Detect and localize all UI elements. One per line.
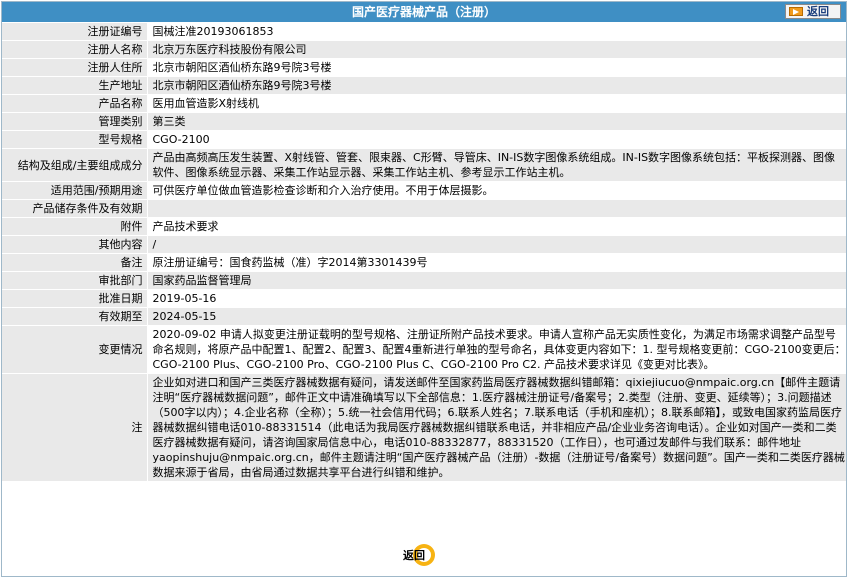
row-label: 备注 <box>2 253 147 272</box>
row-value: CGO-2100 <box>146 130 846 149</box>
row-value: 企业如对进口和国产三类医疗器械数据有疑问，请发送邮件至国家药监局医疗器械数据纠错… <box>146 373 846 482</box>
row-label: 产品储存条件及有效期 <box>2 199 147 218</box>
row-value: 可供医疗单位做血管造影检查诊断和介入治疗使用。不用于体层摄影。 <box>146 181 846 200</box>
table-row: 型号规格 CGO-2100 <box>2 130 846 149</box>
back-button-label: 返回 <box>403 549 425 562</box>
title-bar: 国产医疗器械产品（注册） <box>2 2 846 22</box>
table-row: 备注 原注册证编号：国食药监械（准）字2014第3301439号 <box>2 253 846 272</box>
row-label: 变更情况 <box>2 325 147 374</box>
back-arrow-icon <box>789 7 803 16</box>
row-value <box>146 199 846 218</box>
row-label: 批准日期 <box>2 289 147 308</box>
row-label: 注册证编号 <box>2 23 147 41</box>
row-value: 北京市朝阳区酒仙桥东路9号院3号楼 <box>146 76 846 95</box>
row-label: 适用范围/预期用途 <box>2 181 147 200</box>
table-row: 注册人名称 北京万东医疗科技股份有限公司 <box>2 40 846 59</box>
row-label: 型号规格 <box>2 130 147 149</box>
row-label: 注册人住所 <box>2 58 147 77</box>
row-label: 审批部门 <box>2 271 147 290</box>
row-value: 国家药品监督管理局 <box>146 271 846 290</box>
row-label: 附件 <box>2 217 147 236</box>
table-row: 批准日期 2019-05-16 <box>2 289 846 308</box>
table-row: 产品名称 医用血管造影X射线机 <box>2 94 846 113</box>
back-button-label: 返回 <box>807 5 829 18</box>
table-row: 有效期至 2024-05-15 <box>2 307 846 326</box>
table-row: 产品储存条件及有效期 <box>2 199 846 218</box>
back-button-top[interactable]: 返回 <box>785 4 841 19</box>
row-value: 医用血管造影X射线机 <box>146 94 846 113</box>
table-row: 结构及组成/主要组成成分 产品由高频高压发生装置、X射线管、管套、限束器、C形臂… <box>2 148 846 182</box>
table-row: 附件 产品技术要求 <box>2 217 846 236</box>
row-value: 原注册证编号：国食药监械（准）字2014第3301439号 <box>146 253 846 272</box>
info-table: 注册证编号 国械注准20193061853 注册人名称 北京万东医疗科技股份有限… <box>2 23 846 482</box>
row-label: 结构及组成/主要组成成分 <box>2 148 147 182</box>
row-label: 生产地址 <box>2 76 147 95</box>
table-row: 适用范围/预期用途 可供医疗单位做血管造影检查诊断和介入治疗使用。不用于体层摄影… <box>2 181 846 200</box>
row-value: 产品技术要求 <box>146 217 846 236</box>
row-label: 有效期至 <box>2 307 147 326</box>
row-label: 注册人名称 <box>2 40 147 59</box>
table-row: 注册人住所 北京市朝阳区酒仙桥东路9号院3号楼 <box>2 58 846 77</box>
row-value: 国械注准20193061853 <box>146 23 846 41</box>
row-value: 2024-05-15 <box>146 307 846 326</box>
table-row: 管理类别 第三类 <box>2 112 846 131</box>
row-value: 第三类 <box>146 112 846 131</box>
row-label: 产品名称 <box>2 94 147 113</box>
row-label: 管理类别 <box>2 112 147 131</box>
table-row: 生产地址 北京市朝阳区酒仙桥东路9号院3号楼 <box>2 76 846 95</box>
table-row: 审批部门 国家药品监督管理局 <box>2 271 846 290</box>
row-value: 北京万东医疗科技股份有限公司 <box>146 40 846 59</box>
table-row: 注 企业如对进口和国产三类医疗器械数据有疑问，请发送邮件至国家药监局医疗器械数据… <box>2 373 846 482</box>
row-value: 2019-05-16 <box>146 289 846 308</box>
page-title: 国产医疗器械产品（注册） <box>351 5 496 19</box>
row-value: 产品由高频高压发生装置、X射线管、管套、限束器、C形臂、导管床、IN-IS数字图… <box>146 148 846 182</box>
row-label: 其他内容 <box>2 235 147 254</box>
row-value: / <box>146 235 846 254</box>
row-value: 北京市朝阳区酒仙桥东路9号院3号楼 <box>146 58 846 77</box>
row-label: 注 <box>2 373 147 482</box>
table-row: 注册证编号 国械注准20193061853 <box>2 23 846 41</box>
back-button-bottom[interactable]: 返回 <box>395 544 443 566</box>
row-value: 2020-09-02 申请人拟变更注册证载明的型号规格、注册证所附产品技术要求。… <box>146 325 846 374</box>
table-row: 其他内容 / <box>2 235 846 254</box>
table-row: 变更情况 2020-09-02 申请人拟变更注册证载明的型号规格、注册证所附产品… <box>2 325 846 374</box>
